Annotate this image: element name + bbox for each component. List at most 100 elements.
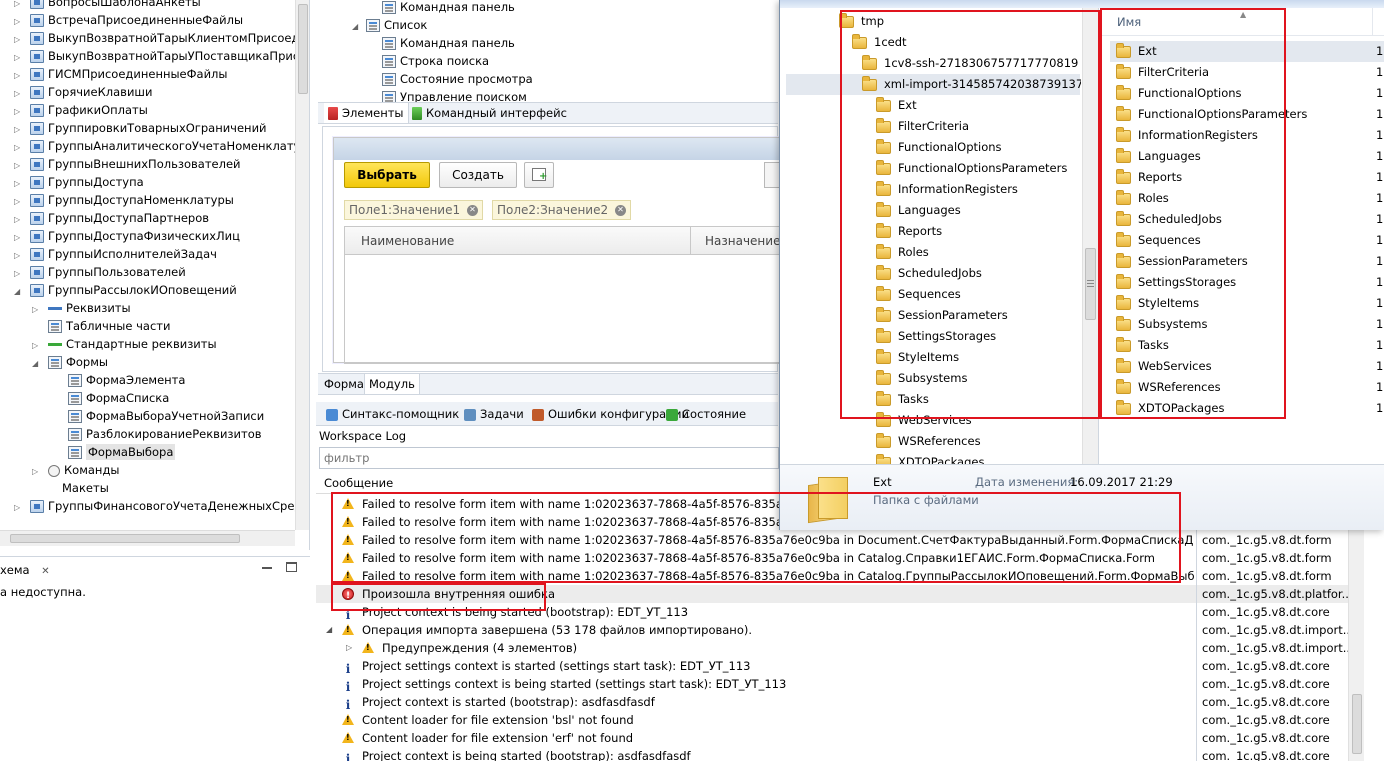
catalog-icon <box>30 284 44 297</box>
log-row[interactable]: i Project settings context is being start… <box>316 675 1348 694</box>
filter-chip-2[interactable]: Поле2:Значение2 ✕ <box>492 200 631 220</box>
expand-arrow-icon[interactable]: ▷ <box>346 639 352 657</box>
tree-item[interactable]: ▷ ГруппыВнешнихПользователей <box>0 155 241 173</box>
tree-item[interactable]: ◢ Формы <box>32 353 108 371</box>
catalog-icon <box>30 50 44 63</box>
tree-item-label: Макеты <box>62 481 109 495</box>
details-modified-value: 16.09.2017 21:29 <box>1070 475 1173 489</box>
tree-item[interactable]: ФормаСписка <box>52 389 169 407</box>
tree-item[interactable]: РазблокированиеРеквизитов <box>52 425 262 443</box>
tree-item[interactable]: ◢ ГруппыРассылокИОповещений <box>0 281 237 299</box>
tree-item[interactable]: ▷ ГорячиеКлавиши <box>0 83 152 101</box>
tree-item[interactable]: ▷ Реквизиты <box>32 299 131 317</box>
tab-tasks[interactable]: Задачи <box>460 404 528 424</box>
tree-item[interactable]: ▷ ГруппыАналитическогоУчетаНоменклатурі <box>0 137 295 155</box>
tree-item[interactable]: ▷ ГруппыФинансовогоУчетаДенежныхСредст <box>0 497 295 515</box>
log-column-message[interactable]: Сообщение <box>324 476 393 490</box>
tree-item-label: ГруппировкиТоварныхОграничений <box>48 121 267 135</box>
tree-item[interactable]: Табличные части <box>32 317 170 335</box>
form-icon <box>68 446 82 459</box>
command-interface-icon <box>412 107 422 120</box>
tab-syntax-helper[interactable]: Синтакс-помощник <box>322 404 463 424</box>
expand-arrow-icon[interactable]: ▷ <box>14 499 24 517</box>
log-row[interactable]: i Project context is being started (boots… <box>316 747 1348 761</box>
tree-item[interactable]: ФормаВыбора <box>52 443 176 461</box>
tree-scrollbar[interactable] <box>295 0 309 530</box>
form-tree-item[interactable]: Состояние просмотра <box>368 70 533 88</box>
maximize-icon[interactable] <box>286 562 297 572</box>
log-filter-input[interactable] <box>319 447 779 469</box>
log-source: com._1c.g5.v8.dt.core <box>1202 659 1330 673</box>
tree-item[interactable]: ▷ ГрафикиОплаты <box>0 101 148 119</box>
log-source: com._1c.g5.v8.dt.core <box>1202 677 1330 691</box>
tree-item[interactable]: ▷ ГруппыПользователей <box>0 263 186 281</box>
tree-item[interactable]: ▷ ГИСМПрисоединенныеФайлы <box>0 65 228 83</box>
form-tree-item[interactable]: Командная панель <box>368 0 515 16</box>
tab-state[interactable]: Состояние <box>662 404 750 424</box>
folder-name: XDTOPackages <box>898 455 985 464</box>
log-row[interactable]: i Project settings context is started (se… <box>316 657 1348 676</box>
collapse-arrow-icon[interactable]: ◢ <box>352 18 362 36</box>
form-tree-item[interactable]: Строка поиска <box>368 52 489 70</box>
tree-item[interactable]: ▷ ГруппыДоступаНоменклатуры <box>0 191 234 209</box>
minimize-icon[interactable] <box>262 567 272 569</box>
tree-item[interactable]: ▷ ГруппыИсполнителейЗадач <box>0 245 217 263</box>
tab-module[interactable]: Модуль <box>364 374 420 394</box>
collapse-arrow-icon[interactable]: ◢ <box>326 621 332 639</box>
tree-item[interactable]: ▷ ГруппыДоступаПартнеров <box>0 209 209 227</box>
log-row[interactable]: Content loader for file extension 'erf' … <box>316 729 1348 747</box>
column-header-name[interactable]: Наименование <box>345 227 691 255</box>
form-preview: Выбрать Создать + Поле1:Значение1 ✕ Поле… <box>333 137 781 364</box>
tree-item[interactable]: ФормаЭлемента <box>52 371 185 389</box>
catalog-icon <box>30 68 44 81</box>
log-message: Project context is being started (bootst… <box>362 749 691 761</box>
form-tree-item[interactable]: ◢ Список <box>352 16 427 34</box>
tree-item[interactable]: ФормаВыбораУчетнойЗаписи <box>52 407 264 425</box>
log-source: com._1c.g5.v8.dt.core <box>1202 713 1330 727</box>
folder-tree-item[interactable]: XDTOPackages <box>876 452 984 464</box>
log-row[interactable]: i Project context is started (bootstrap):… <box>316 693 1348 712</box>
create-button[interactable]: Создать <box>439 162 517 188</box>
log-scrollbar[interactable] <box>1348 514 1364 761</box>
collapse-arrow-icon[interactable]: ◢ <box>14 283 24 301</box>
tab-elements[interactable]: Элементы <box>324 103 409 123</box>
log-row[interactable]: ▷ Предупреждения (4 элементов) com._1c.g5.… <box>316 639 1348 657</box>
tree-item-label: ГруппыИсполнителейЗадач <box>48 247 217 261</box>
tree-item[interactable]: ▷ ВстречаПрисоединенныеФайлы <box>0 11 243 29</box>
panel-tab-label[interactable]: хема <box>0 563 30 577</box>
tree-item[interactable]: ▷ ГруппировкиТоварныхОграничений <box>0 119 267 137</box>
select-button[interactable]: Выбрать <box>344 162 430 188</box>
log-row[interactable]: ◢ Операция импорта завершена (53 178 файл… <box>316 621 1348 639</box>
filter-chip-1[interactable]: Поле1:Значение1 ✕ <box>344 200 483 220</box>
tab-form[interactable]: Форма <box>320 374 368 394</box>
tree-item[interactable]: ▷ ВыкупВозвратнойТарыУПоставщикаПрисо <box>0 47 295 65</box>
tree-item[interactable]: ▷ Команды <box>32 461 119 479</box>
form-tree-item[interactable]: Командная панель <box>368 34 515 52</box>
log-source: com._1c.g5.v8.dt.import.... <box>1202 641 1348 655</box>
tree-item[interactable]: ▷ ВопросыШаблонаАнкеты <box>0 0 201 11</box>
close-icon[interactable]: ✕ <box>41 566 49 577</box>
tree-item[interactable]: ▷ Стандартные реквизиты <box>32 335 217 353</box>
form-tree-item[interactable]: Управление поиском <box>368 88 527 102</box>
file-date-fragment: 1 <box>1376 275 1384 289</box>
remove-filter-icon[interactable]: ✕ <box>614 205 626 216</box>
tab-command-interface[interactable]: Командный интерфейс <box>408 103 571 123</box>
remove-filter-icon[interactable]: ✕ <box>466 205 478 216</box>
folder-tree-item[interactable]: WSReferences <box>876 431 981 452</box>
log-source: com._1c.g5.v8.dt.platfor... <box>1202 587 1348 601</box>
tree-item[interactable]: ▷ ГруппыДоступа <box>0 173 144 191</box>
add-copy-button[interactable]: + <box>524 162 554 188</box>
tree-item[interactable]: Макеты <box>32 479 109 497</box>
collapse-arrow-icon[interactable]: ◢ <box>32 355 42 373</box>
log-row[interactable]: Content loader for file extension 'bsl' … <box>316 711 1348 729</box>
file-date-fragment: 1 <box>1376 86 1384 100</box>
tree-hscrollbar[interactable] <box>0 530 295 546</box>
tree-item[interactable]: ▷ ВыкупВозвратнойТарыКлиентомПрисоеди <box>0 29 295 47</box>
tree-item-label: Табличные части <box>66 319 171 333</box>
column-header-purpose[interactable]: Назначение <box>691 227 781 255</box>
annotation-box-folder-tree <box>840 10 1100 419</box>
tree-item-label: Команды <box>64 463 120 477</box>
tree-item[interactable]: ▷ ГруппыДоступаФизическихЛиц <box>0 227 240 245</box>
warning-icon <box>342 624 354 635</box>
file-date-fragment: 1 <box>1376 233 1384 247</box>
